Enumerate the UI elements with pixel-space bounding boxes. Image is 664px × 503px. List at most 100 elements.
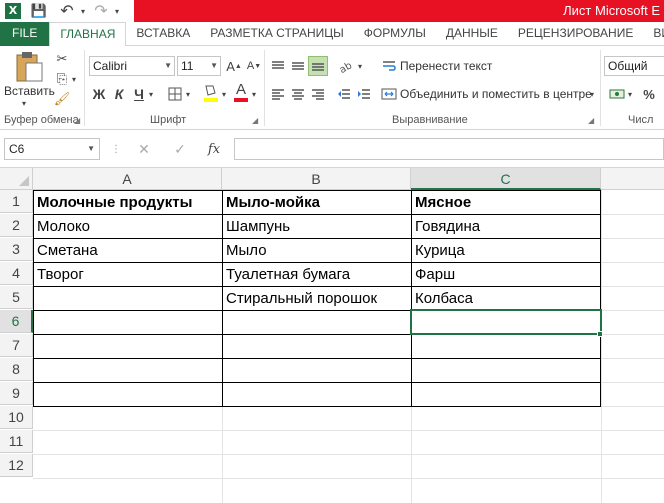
merge-dropdown-icon[interactable]: ▾ bbox=[588, 85, 596, 103]
currency-format-icon[interactable] bbox=[608, 84, 626, 104]
redo-icon[interactable]: ↷ bbox=[90, 0, 112, 22]
active-cell-c6[interactable] bbox=[410, 309, 602, 335]
row-header-4[interactable]: 4 bbox=[0, 262, 33, 285]
gridline bbox=[33, 454, 664, 455]
tab-file[interactable]: FILE bbox=[0, 22, 50, 46]
cancel-icon[interactable]: ✕ bbox=[134, 140, 154, 158]
grow-font-icon[interactable]: A ▲ bbox=[226, 56, 242, 76]
tab-home[interactable]: ГЛАВНАЯ bbox=[49, 22, 127, 47]
fill-handle[interactable] bbox=[597, 331, 603, 337]
customize-toolbar-icon[interactable]: ▾ bbox=[112, 0, 122, 22]
clipboard-launcher-icon[interactable]: ◢ bbox=[74, 116, 80, 125]
fill-color-dropdown-icon[interactable]: ▾ bbox=[220, 84, 228, 104]
row-header-12[interactable]: 12 bbox=[0, 454, 33, 477]
tab-view[interactable]: ВИД bbox=[643, 22, 664, 46]
cell-c5[interactable]: Колбаса bbox=[412, 287, 600, 310]
paste-button[interactable] bbox=[12, 50, 46, 84]
enter-icon[interactable]: ✓ bbox=[170, 140, 190, 158]
font-color-icon[interactable]: A bbox=[232, 80, 250, 104]
italic-button[interactable]: К bbox=[111, 84, 127, 104]
undo-icon[interactable]: ↶ bbox=[56, 0, 78, 22]
column-header-a[interactable]: A bbox=[33, 168, 222, 190]
font-group-label: Шрифт bbox=[150, 114, 187, 126]
tab-review[interactable]: РЕЦЕНЗИРОВАНИЕ bbox=[508, 22, 643, 46]
number-format-combo[interactable]: Общий bbox=[604, 56, 664, 76]
cell-b1[interactable]: Мыло-мойка bbox=[223, 191, 411, 214]
align-left-icon[interactable] bbox=[268, 84, 288, 104]
copy-dropdown-icon[interactable]: ▾ bbox=[70, 70, 78, 88]
column-header-c[interactable]: C bbox=[411, 168, 601, 190]
gridline bbox=[601, 238, 664, 239]
select-all-corner[interactable] bbox=[0, 168, 33, 190]
format-painter-icon[interactable]: 🖌 bbox=[54, 90, 71, 108]
font-size-combo[interactable]: 11 ▼ bbox=[177, 56, 221, 76]
shrink-font-icon[interactable]: A ▼ bbox=[246, 56, 262, 76]
tab-formulas[interactable]: ФОРМУЛЫ bbox=[354, 22, 436, 46]
cell-b5[interactable]: Стиральный порошок bbox=[223, 287, 411, 310]
underline-dropdown-icon[interactable]: ▾ bbox=[147, 84, 155, 104]
increase-indent-icon[interactable] bbox=[354, 84, 374, 104]
row-header-7[interactable]: 7 bbox=[0, 334, 33, 357]
cell-a3[interactable]: Сметана bbox=[34, 239, 222, 262]
merge-center-button[interactable]: Объединить и поместить в центре bbox=[400, 85, 592, 103]
tab-insert[interactable]: ВСТАВКА bbox=[126, 22, 200, 46]
tab-data[interactable]: ДАННЫЕ bbox=[436, 22, 508, 46]
alignment-launcher-icon[interactable]: ◢ bbox=[588, 116, 594, 125]
insert-function-icon[interactable]: fx bbox=[204, 140, 224, 158]
row-header-3[interactable]: 3 bbox=[0, 238, 33, 261]
cell-c2[interactable]: Говядина bbox=[412, 215, 600, 238]
copy-icon[interactable]: ⎘ bbox=[54, 70, 70, 88]
cell-c3[interactable]: Курица bbox=[412, 239, 600, 262]
align-bottom-icon[interactable] bbox=[308, 56, 328, 76]
merge-center-icon[interactable] bbox=[380, 85, 398, 103]
font-color-dropdown-icon[interactable]: ▾ bbox=[250, 84, 258, 104]
row-header-6[interactable]: 6 bbox=[0, 310, 33, 333]
row-header-5[interactable]: 5 bbox=[0, 286, 33, 309]
borders-icon[interactable] bbox=[166, 84, 184, 104]
font-name-combo[interactable]: Calibri ▼ bbox=[89, 56, 175, 76]
font-launcher-icon[interactable]: ◢ bbox=[252, 116, 258, 125]
align-center-icon[interactable] bbox=[288, 84, 308, 104]
align-middle-icon[interactable] bbox=[288, 56, 308, 76]
column-header-d[interactable] bbox=[601, 168, 664, 190]
align-top-icon[interactable] bbox=[268, 56, 288, 76]
fill-color-icon[interactable] bbox=[202, 82, 220, 104]
gridline bbox=[601, 358, 664, 359]
cell-c4[interactable]: Фарш bbox=[412, 263, 600, 286]
align-right-icon[interactable] bbox=[308, 84, 328, 104]
orientation-dropdown-icon[interactable]: ▾ bbox=[356, 56, 364, 76]
percent-icon[interactable]: % bbox=[640, 84, 658, 104]
cell-b4[interactable]: Туалетная бумага bbox=[223, 263, 411, 286]
cell-b2[interactable]: Шампунь bbox=[223, 215, 411, 238]
row-header-10[interactable]: 10 bbox=[0, 406, 33, 429]
wrap-text-button[interactable]: Перенести текст bbox=[400, 57, 492, 75]
tab-page-layout[interactable]: РАЗМЕТКА СТРАНИЦЫ bbox=[200, 22, 354, 46]
row-header-9[interactable]: 9 bbox=[0, 382, 33, 405]
undo-dropdown-icon[interactable]: ▾ bbox=[78, 0, 88, 22]
column-header-b[interactable]: B bbox=[222, 168, 411, 190]
cell-a1[interactable]: Молочные продукты bbox=[34, 191, 222, 214]
wrap-text-icon[interactable] bbox=[380, 57, 398, 75]
cell-a4[interactable]: Творог bbox=[34, 263, 222, 286]
orientation-icon[interactable]: ab bbox=[336, 56, 358, 76]
decrease-indent-icon[interactable] bbox=[334, 84, 354, 104]
cell-b3[interactable]: Мыло bbox=[223, 239, 411, 262]
borders-dropdown-icon[interactable]: ▾ bbox=[184, 84, 192, 104]
row-header-2[interactable]: 2 bbox=[0, 214, 33, 237]
cut-icon[interactable]: ✂ bbox=[54, 50, 70, 68]
bold-button[interactable]: Ж bbox=[91, 84, 107, 104]
ribbon: Вставить ▾ ✂ ⎘ ▾ 🖌 Буфер обмена ◢ Calibr… bbox=[0, 46, 664, 130]
name-box[interactable]: C6 ▼ bbox=[4, 138, 100, 160]
row-header-1[interactable]: 1 bbox=[0, 190, 33, 213]
underline-button[interactable]: Ч bbox=[131, 84, 147, 104]
cell-a5[interactable] bbox=[34, 287, 222, 310]
row-header-8[interactable]: 8 bbox=[0, 358, 33, 381]
currency-dropdown-icon[interactable]: ▾ bbox=[626, 84, 634, 104]
cell-c1[interactable]: Мясное bbox=[412, 191, 600, 214]
save-icon[interactable]: 💾 bbox=[28, 0, 50, 22]
row-header-11[interactable]: 11 bbox=[0, 430, 33, 453]
formula-input[interactable] bbox=[234, 138, 664, 160]
paste-dropdown-icon[interactable]: ▾ bbox=[18, 98, 30, 108]
gridline bbox=[33, 430, 664, 431]
cell-a2[interactable]: Молоко bbox=[34, 215, 222, 238]
